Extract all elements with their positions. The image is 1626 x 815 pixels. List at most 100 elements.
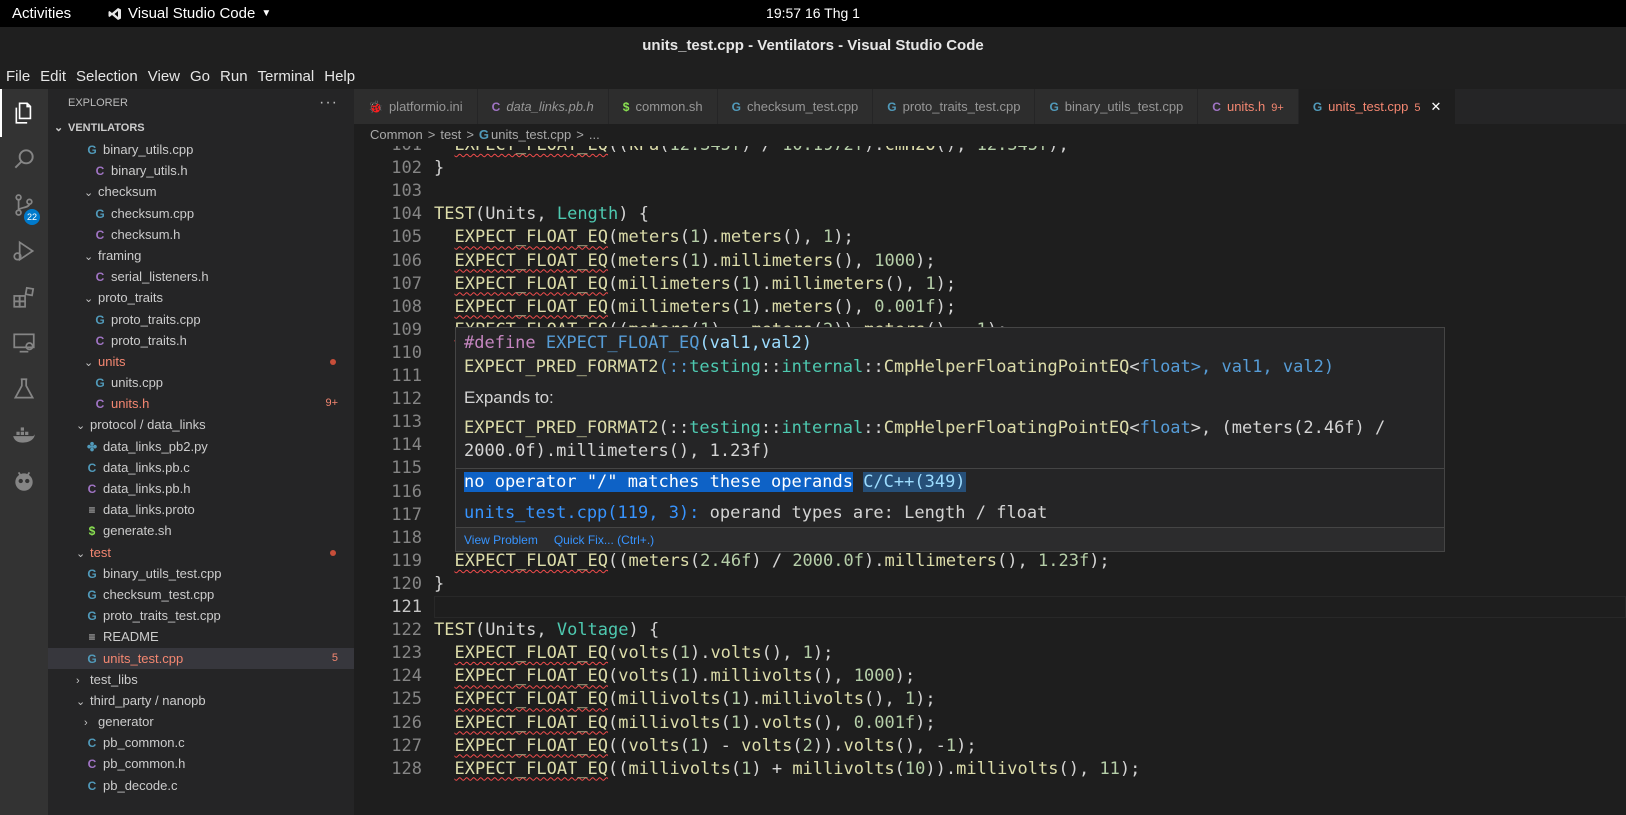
code-line[interactable]: EXPECT_FLOAT_EQ(millivolts(1).millivolts… xyxy=(434,689,935,709)
code-line[interactable]: EXPECT_FLOAT_EQ(millivolts(1).volts(), 0… xyxy=(434,713,935,733)
related-location-link[interactable]: units_test.cpp(119, 3): xyxy=(464,503,699,523)
source-control-icon[interactable]: 22 xyxy=(0,181,48,229)
code-line[interactable]: EXPECT_FLOAT_EQ(volts(1).volts(), 1); xyxy=(434,643,833,663)
chevron-down-icon: ⌄ xyxy=(84,187,94,200)
code-line[interactable]: EXPECT_FLOAT_EQ(meters(1).meters(), 1); xyxy=(434,227,853,247)
code-line[interactable]: EXPECT_FLOAT_EQ((meters(2.46f) / 2000.0f… xyxy=(434,551,1109,571)
file-item[interactable]: Gbinary_utils.cpp xyxy=(48,139,354,160)
code-line[interactable]: EXPECT_FLOAT_EQ(meters(1).millimeters(),… xyxy=(434,251,935,271)
tab-proto-traits-test-cpp[interactable]: Gproto_traits_test.cpp xyxy=(873,89,1036,124)
line-number: 126 xyxy=(391,712,422,733)
tree-item-label: checksum_test.cpp xyxy=(103,586,215,602)
file-item[interactable]: Gunits_test.cpp 5 xyxy=(48,647,354,669)
file-item[interactable]: ✤ data_links_pb2.py xyxy=(48,436,354,457)
code-line[interactable]: } xyxy=(434,158,444,178)
tab-units-test-cpp[interactable]: Gunits_test.cpp 5 ✕ xyxy=(1298,89,1457,124)
folder-item[interactable]: ⌄ third_party / nanopb xyxy=(48,690,354,711)
file-item[interactable]: Cpb_common.h xyxy=(48,753,354,774)
hover-status-bar: View Problem Quick Fix... (Ctrl+.) xyxy=(456,527,1444,551)
line-number: 120 xyxy=(391,573,422,594)
file-item[interactable]: ≡ README xyxy=(48,626,354,647)
menu-file[interactable]: File xyxy=(0,65,35,89)
code-line[interactable]: EXPECT_FLOAT_EQ(millimeters(1).millimete… xyxy=(434,274,956,294)
tab-binary-utils-test-cpp[interactable]: Gbinary_utils_test.cpp xyxy=(1035,89,1199,124)
menu-edit[interactable]: Edit xyxy=(35,65,71,89)
chevron-down-icon: ⌄ xyxy=(54,122,64,134)
explorer-sidebar: EXPLORER ··· ⌄ VENTILATORS Gbinary_utils.… xyxy=(48,89,354,815)
line-number: 108 xyxy=(391,296,422,317)
code-line[interactable]: TEST(Units, Voltage) { xyxy=(434,620,659,640)
macro-expansion-line-2: 2000.0f).millimeters(), 1.23f) xyxy=(464,441,772,461)
tab-common-sh[interactable]: $ common.sh xyxy=(608,89,718,124)
file-item[interactable]: $ generate.sh xyxy=(48,520,354,541)
close-icon[interactable]: ✕ xyxy=(1431,99,1442,114)
file-item[interactable]: Gproto_traits_test.cpp xyxy=(48,605,354,626)
file-item[interactable]: Gchecksum.cpp xyxy=(48,203,354,224)
problem-count: 9+ xyxy=(325,397,338,410)
folder-item[interactable]: ⌄ checksum xyxy=(48,181,354,202)
run-debug-icon[interactable] xyxy=(0,227,48,275)
extensions-icon[interactable] xyxy=(0,273,48,321)
code-line[interactable]: EXPECT_FLOAT_EQ(volts(1).millivolts(), 1… xyxy=(434,666,915,686)
clock[interactable]: 19:57 16 Thg 1 xyxy=(0,5,1626,21)
file-item[interactable]: Cproto_traits.h xyxy=(48,330,354,351)
folder-item[interactable]: ⌄ framing xyxy=(48,245,354,266)
file-item[interactable]: Cunits.h 9+ xyxy=(48,393,354,414)
testing-flask-icon[interactable] xyxy=(0,365,48,413)
file-item[interactable]: Cbinary_utils.h xyxy=(48,160,354,181)
file-item[interactable]: Cchecksum.h xyxy=(48,224,354,245)
code-line[interactable]: EXPECT_FLOAT_EQ((kPa(12.345f) / 10.1972f… xyxy=(434,146,1068,155)
breadcrumb-item[interactable]: Common xyxy=(370,127,423,142)
workspace-section-header[interactable]: ⌄ VENTILATORS xyxy=(48,117,354,139)
folder-item[interactable]: › generator xyxy=(48,711,354,732)
tab-checksum-test-cpp[interactable]: Gchecksum_test.cpp xyxy=(717,89,874,124)
platformio-alien-icon[interactable] xyxy=(0,457,48,505)
file-item[interactable]: Gbinary_utils_test.cpp xyxy=(48,563,354,584)
code-line[interactable]: } xyxy=(434,574,444,594)
menu-go[interactable]: Go xyxy=(185,65,215,89)
file-item[interactable]: Gchecksum_test.cpp xyxy=(48,584,354,605)
file-item[interactable]: Cdata_links.pb.h xyxy=(48,478,354,499)
menu-help[interactable]: Help xyxy=(319,65,360,89)
quick-fix-button[interactable]: Quick Fix... (Ctrl+.) xyxy=(554,533,654,547)
view-problem-button[interactable]: View Problem xyxy=(464,533,538,547)
file-item[interactable]: Gunits.cpp xyxy=(48,372,354,393)
code-line[interactable]: TEST(Units, Length) { xyxy=(434,204,649,224)
breadcrumb-item[interactable]: units_test.cpp xyxy=(491,127,571,142)
file-item[interactable]: Cserial_listeners.h xyxy=(48,266,354,287)
file-type-icon: C xyxy=(87,736,97,751)
search-icon[interactable] xyxy=(0,135,48,183)
docker-icon[interactable] xyxy=(0,411,48,459)
tab-platformio-ini[interactable]: 🐞 platformio.ini xyxy=(354,89,478,124)
explorer-icon[interactable] xyxy=(0,89,48,137)
breadcrumb-item[interactable]: test xyxy=(440,127,461,142)
menu-run[interactable]: Run xyxy=(215,65,253,89)
tab-units-h[interactable]: Cunits.h 9+ xyxy=(1198,89,1299,124)
folder-item[interactable]: ⌄ units xyxy=(48,351,354,372)
file-item[interactable]: Cdata_links.pb.c xyxy=(48,457,354,478)
menu-terminal[interactable]: Terminal xyxy=(253,65,320,89)
folder-item[interactable]: ⌄ test xyxy=(48,542,354,563)
file-type-icon: $ xyxy=(88,524,96,539)
file-item[interactable]: Gproto_traits.cpp xyxy=(48,309,354,330)
code-line[interactable]: EXPECT_FLOAT_EQ((volts(1) - volts(2)).vo… xyxy=(434,736,976,756)
code-line[interactable]: EXPECT_FLOAT_EQ(millimeters(1).meters(),… xyxy=(434,297,956,317)
more-actions-icon[interactable]: ··· xyxy=(319,89,338,117)
file-item[interactable]: ≡ data_links.proto xyxy=(48,499,354,520)
remote-explorer-icon[interactable] xyxy=(0,319,48,367)
code-line[interactable]: EXPECT_FLOAT_EQ((millivolts(1) + millivo… xyxy=(434,759,1140,779)
menu-selection[interactable]: Selection xyxy=(71,65,143,89)
folder-item[interactable]: ⌄ proto_traits xyxy=(48,287,354,308)
tab-label: platformio.ini xyxy=(388,99,463,114)
folder-item[interactable]: ⌄ protocol / data_links xyxy=(48,414,354,435)
editor-tabs: 🐞 platformio.ini Cdata_links.pb.h $ common.s… xyxy=(354,89,1626,124)
tree-item-label: proto_traits.h xyxy=(111,332,187,348)
chevron-right-icon: › xyxy=(84,717,88,730)
chevron-down-icon: ⌄ xyxy=(84,250,94,263)
file-item[interactable]: Cpb_decode.c xyxy=(48,775,354,796)
folder-item[interactable]: › test_libs xyxy=(48,669,354,690)
file-item[interactable]: Cpb_common.c xyxy=(48,732,354,753)
breadcrumb-item[interactable]: ... xyxy=(589,127,600,142)
menu-view[interactable]: View xyxy=(143,65,185,89)
tab-data-links-pb-h[interactable]: Cdata_links.pb.h xyxy=(477,89,609,124)
